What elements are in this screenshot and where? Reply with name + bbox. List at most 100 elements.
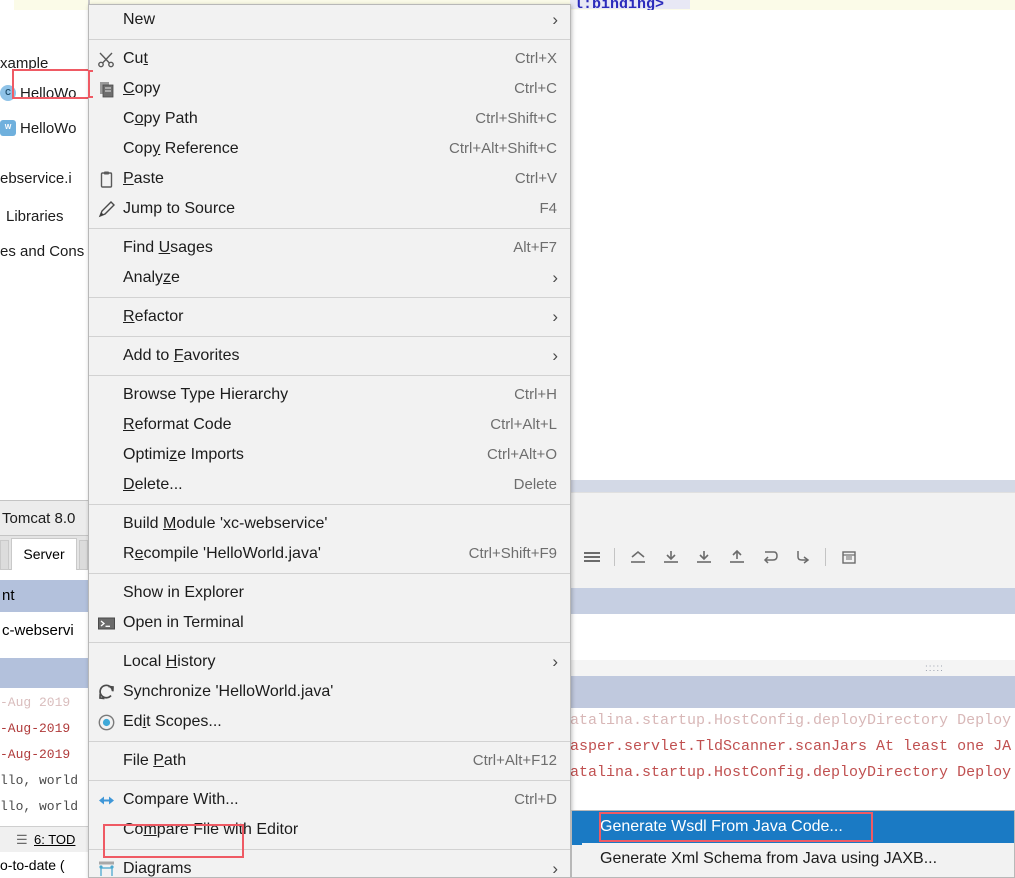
menu-item-compare-file-with-editor[interactable]: Compare File with Editor [89,815,570,845]
diagram-icon [97,860,116,878]
menu-item-synchronize[interactable]: Synchronize 'HelloWorld.java' [89,677,570,707]
menu-lines-icon[interactable] [575,543,608,571]
menu-item-open-in-terminal[interactable]: Open in Terminal [89,608,570,638]
project-tree-panel[interactable]: xample C HelloWo W HelloWo ebservice.i Lib… [0,10,88,480]
menu-item-copy-reference[interactable]: Copy Reference Ctrl+Alt+Shift+C [89,134,570,164]
rollback-icon[interactable] [621,543,654,571]
menu-item-label: Add to Favorites [123,347,240,364]
tree-row-scratches-and-consoles[interactable]: es and Cons [0,238,84,263]
menu-item-paste[interactable]: Paste Ctrl+V [89,164,570,194]
menu-separator [89,336,570,337]
console-line: -Aug 2019 [0,695,71,710]
resize-grip-icon[interactable]: ::::: [925,663,944,674]
console-line: asper.servlet.TldScanner.scanJars At lea… [570,738,1012,755]
todo-tool-window-button[interactable]: ☰ 6: TOD [0,826,88,852]
tree-row-libraries[interactable]: Libraries [6,203,64,228]
submenu-item-label: Generate Wsdl From Java Code... [600,818,843,835]
scissors-icon [97,50,116,69]
tree-row-example[interactable]: xample [0,50,48,75]
menu-item-label: Find Usages [123,239,213,256]
menu-item-shortcut: Ctrl+V [514,170,557,187]
menu-item-label: Show in Explorer [123,584,244,601]
wsdl-icon: W [0,120,16,137]
toolbar-separator [825,548,826,566]
console-toolbar-zone [570,492,1015,588]
menu-item-refactor[interactable]: Refactor › [89,302,570,332]
console-toolbar[interactable] [575,543,865,571]
submenu-item-generate-xml-schema[interactable]: Generate Xml Schema from Java using JAXB… [572,843,1014,875]
menu-item-copy[interactable]: Copy Ctrl+C [89,74,570,104]
menu-item-copy-path[interactable]: Copy Path Ctrl+Shift+C [89,104,570,134]
menu-item-label: Reformat Code [123,416,232,433]
server-row-deployment[interactable]: nt [0,580,88,612]
console-line: llo, world [0,773,79,788]
refresh-icon [97,683,116,702]
menu-item-label: Paste [123,170,164,187]
compare-icon [97,791,116,810]
menu-separator [89,849,570,850]
menu-separator [89,39,570,40]
tab-edge-right[interactable] [79,540,88,570]
menu-item-cut[interactable]: Cut Ctrl+X [89,44,570,74]
console-header-band [570,676,1015,708]
soft-wrap-icon[interactable] [753,543,786,571]
tree-row-helloworld-wsdl[interactable]: W HelloWo [0,115,76,140]
menu-item-label: Synchronize 'HelloWorld.java' [123,683,334,700]
menu-item-file-path[interactable]: File Path Ctrl+Alt+F12 [89,746,570,776]
jump-to-end-icon[interactable] [786,543,819,571]
server-row-artifact[interactable]: c-webservi [0,612,88,650]
server-row-extra[interactable] [0,658,88,688]
menu-item-diagrams[interactable]: Diagrams › [89,854,570,878]
menu-item-label: Copy Path [123,110,198,127]
upload-icon[interactable] [720,543,753,571]
chevron-right-icon: › [552,10,558,29]
menu-item-jump-to-source[interactable]: Jump to Source F4 [89,194,570,224]
console-resize-strip[interactable] [570,660,1015,676]
menu-item-delete[interactable]: Delete... Delete [89,470,570,500]
editor-split-divider[interactable] [570,480,1015,492]
print-icon[interactable] [832,543,865,571]
menu-item-label: Delete... [123,476,183,493]
menu-item-recompile[interactable]: Recompile 'HelloWorld.java' Ctrl+Shift+F9 [89,539,570,569]
menu-item-label: Diagrams [123,860,192,877]
wsdl-editor[interactable]: :service name="HelloWorldService"> sdl:p… [570,10,1015,480]
menu-item-new[interactable]: New › [89,5,570,35]
menu-item-reformat-code[interactable]: Reformat Code Ctrl+Alt+L [89,410,570,440]
menu-item-compare-with[interactable]: Compare With... Ctrl+D [89,785,570,815]
menu-item-add-to-favorites[interactable]: Add to Favorites › [89,341,570,371]
menu-item-shortcut: Ctrl+Shift+C [475,110,557,127]
menu-item-label: Compare File with Editor [123,821,299,838]
tab-edge-left[interactable] [0,540,9,570]
menu-item-label: Recompile 'HelloWorld.java' [123,545,321,562]
submenu-item-generate-wsdl[interactable]: Generate Wsdl From Java Code... [572,811,1014,843]
server-row-label: c-webservi [2,622,74,639]
download-icon[interactable] [687,543,720,571]
menu-item-label: Local History [123,653,216,670]
tree-row-webservice-iml[interactable]: ebservice.i [0,165,72,190]
menu-item-analyze[interactable]: Analyze › [89,263,570,293]
menu-item-optimize-imports[interactable]: Optimize Imports Ctrl+Alt+O [89,440,570,470]
scroll-down-icon[interactable] [654,543,687,571]
menu-item-label: Refactor [123,308,184,325]
menu-item-label: Copy Reference [123,140,239,157]
menu-item-shortcut: Ctrl+C [514,80,557,97]
tree-row-helloworld-class[interactable]: C HelloWo [0,80,76,105]
toolbar-separator [614,548,615,566]
tab-server[interactable]: Server [11,538,77,570]
context-menu[interactable]: New › Cut Ctrl+X Copy Ctrl+C Copy Path Ctrl+Shi… [88,4,571,878]
console-selected-band [570,588,1015,614]
menu-item-find-usages[interactable]: Find Usages Alt+F7 [89,233,570,263]
webservices-submenu[interactable]: Generate Wsdl From Java Code... Generate … [571,810,1015,878]
menu-item-edit-scopes[interactable]: Edit Scopes... [89,707,570,737]
server-row-label: nt [2,587,15,604]
chevron-right-icon: › [552,652,558,671]
menu-item-browse-type-hierarchy[interactable]: Browse Type Hierarchy Ctrl+H [89,380,570,410]
menu-item-local-history[interactable]: Local History › [89,647,570,677]
menu-item-build-module[interactable]: Build Module 'xc-webservice' [89,509,570,539]
terminal-icon [97,614,116,633]
menu-item-shortcut: Ctrl+Alt+Shift+C [449,140,557,157]
menu-item-show-in-explorer[interactable]: Show in Explorer [89,578,570,608]
menu-separator [89,297,570,298]
menu-item-shortcut: Ctrl+Alt+L [490,416,557,433]
list-icon: ☰ [16,832,28,847]
